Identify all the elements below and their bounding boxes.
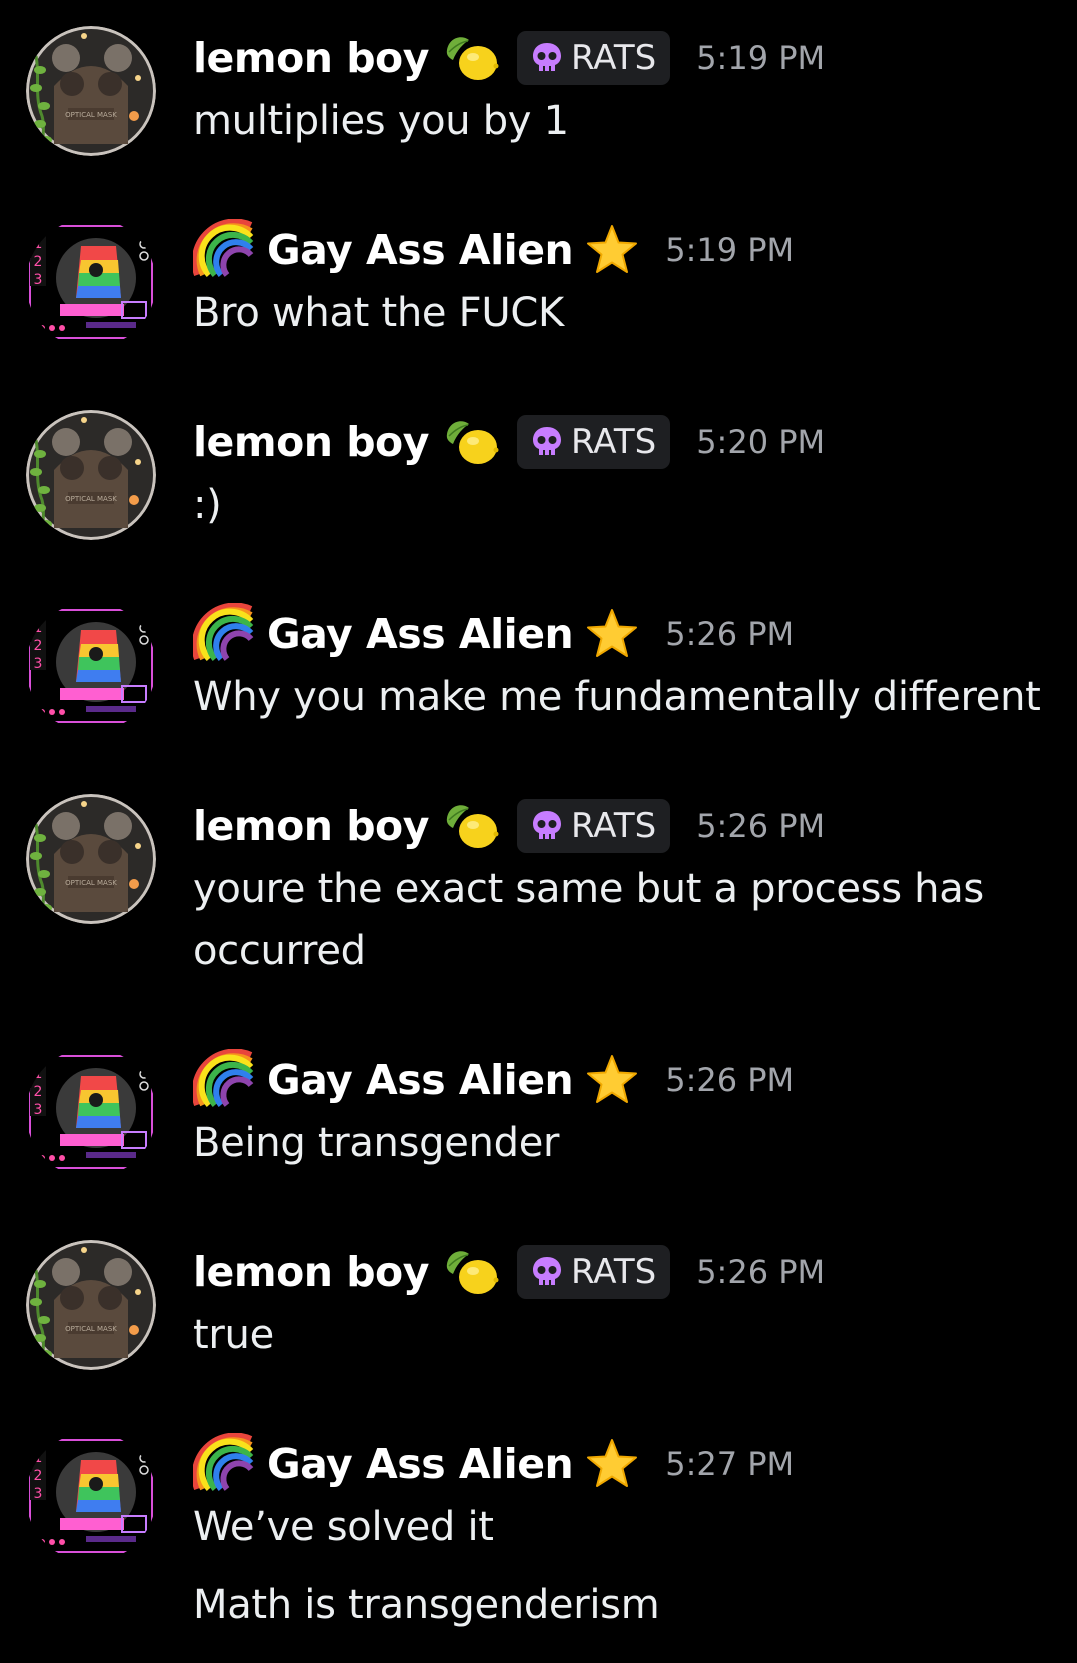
message-text: multiplies you by 1	[193, 98, 569, 144]
timestamp: 5:26 PM	[665, 615, 795, 653]
message-list: lemon boy RATS 5:19 PM multiplies you by…	[0, 0, 1077, 1663]
avatar[interactable]	[26, 1432, 156, 1562]
timestamp: 5:26 PM	[696, 807, 826, 845]
role-tag-label: RATS	[570, 806, 657, 846]
message-header: lemon boy RATS 5:19 PM	[193, 26, 1057, 90]
username[interactable]: lemon boy	[193, 1248, 429, 1296]
message-content: lemon boy RATS 5:26 PM true	[193, 1240, 1057, 1366]
timestamp: 5:26 PM	[696, 1253, 826, 1291]
avatar[interactable]	[26, 794, 156, 924]
rainbow-icon	[193, 219, 255, 281]
message-header: lemon boy RATS 5:26 PM	[193, 1240, 1057, 1304]
star-icon	[585, 1053, 639, 1107]
avatar[interactable]	[26, 1240, 156, 1370]
message-text: youre the exact same but a process has o…	[193, 866, 984, 974]
message-content: Gay Ass Alien 5:19 PM Bro what the FUCK	[193, 218, 1057, 344]
skull-icon	[529, 808, 565, 844]
message-header: Gay Ass Alien 5:26 PM	[193, 1048, 1057, 1112]
message-text: Bro what the FUCK	[193, 290, 564, 336]
username[interactable]: lemon boy	[193, 802, 429, 850]
message-header: Gay Ass Alien 5:26 PM	[193, 602, 1057, 666]
rainbow-icon	[193, 1049, 255, 1111]
timestamp: 5:20 PM	[696, 423, 826, 461]
avatar-image	[26, 602, 156, 732]
message-text: true	[193, 1312, 274, 1358]
message-content: lemon boy RATS 5:19 PM multiplies you by…	[193, 26, 1057, 152]
lemon-icon	[441, 28, 501, 88]
role-tag[interactable]: RATS	[516, 415, 671, 469]
rainbow-icon	[193, 1433, 255, 1495]
message-content: Gay Ass Alien 5:27 PM We’ve solved it Ma…	[193, 1432, 1057, 1636]
lemon-icon	[441, 412, 501, 472]
message-content: Gay Ass Alien 5:26 PM Why you make me fu…	[193, 602, 1057, 728]
message-text: We’ve solved it	[193, 1504, 494, 1550]
star-icon	[585, 223, 639, 277]
timestamp: 5:19 PM	[696, 39, 826, 77]
role-tag[interactable]: RATS	[516, 31, 671, 85]
message-text: Math is transgenderism	[193, 1582, 660, 1628]
timestamp: 5:27 PM	[665, 1445, 795, 1483]
timestamp: 5:19 PM	[665, 231, 795, 269]
message-text: Being transgender	[193, 1120, 560, 1166]
avatar-image	[26, 794, 156, 924]
username[interactable]: Gay Ass Alien	[267, 226, 574, 274]
role-tag-label: RATS	[570, 422, 657, 462]
role-tag[interactable]: RATS	[516, 799, 671, 853]
avatar-image	[26, 218, 156, 348]
message-header: lemon boy RATS 5:20 PM	[193, 410, 1057, 474]
avatar[interactable]	[26, 1048, 156, 1178]
avatar[interactable]	[26, 602, 156, 732]
rainbow-icon	[193, 603, 255, 665]
username[interactable]: Gay Ass Alien	[267, 1440, 574, 1488]
avatar-image	[26, 1048, 156, 1178]
avatar[interactable]	[26, 218, 156, 348]
role-tag-label: RATS	[570, 1252, 657, 1292]
message-content: lemon boy RATS 5:26 PM youre the exact s…	[193, 794, 1057, 982]
avatar-image	[26, 1240, 156, 1370]
role-tag[interactable]: RATS	[516, 1245, 671, 1299]
message-header: Gay Ass Alien 5:27 PM	[193, 1432, 1057, 1496]
star-icon	[585, 607, 639, 661]
role-tag-label: RATS	[570, 38, 657, 78]
message-text: :)	[193, 482, 222, 528]
avatar[interactable]	[26, 410, 156, 540]
skull-icon	[529, 1254, 565, 1290]
username[interactable]: Gay Ass Alien	[267, 1056, 574, 1104]
lemon-icon	[441, 796, 501, 856]
message-content: lemon boy RATS 5:20 PM :)	[193, 410, 1057, 536]
message-header: Gay Ass Alien 5:19 PM	[193, 218, 1057, 282]
username[interactable]: Gay Ass Alien	[267, 610, 574, 658]
avatar-image	[26, 26, 156, 156]
message-content: Gay Ass Alien 5:26 PM Being transgender	[193, 1048, 1057, 1174]
skull-icon	[529, 40, 565, 76]
avatar-image	[26, 1432, 156, 1562]
avatar[interactable]	[26, 26, 156, 156]
message-text: Why you make me fundamentally different	[193, 674, 1041, 720]
avatar-image	[26, 410, 156, 540]
message-header: lemon boy RATS 5:26 PM	[193, 794, 1057, 858]
username[interactable]: lemon boy	[193, 418, 429, 466]
lemon-icon	[441, 1242, 501, 1302]
username[interactable]: lemon boy	[193, 34, 429, 82]
star-icon	[585, 1437, 639, 1491]
skull-icon	[529, 424, 565, 460]
timestamp: 5:26 PM	[665, 1061, 795, 1099]
